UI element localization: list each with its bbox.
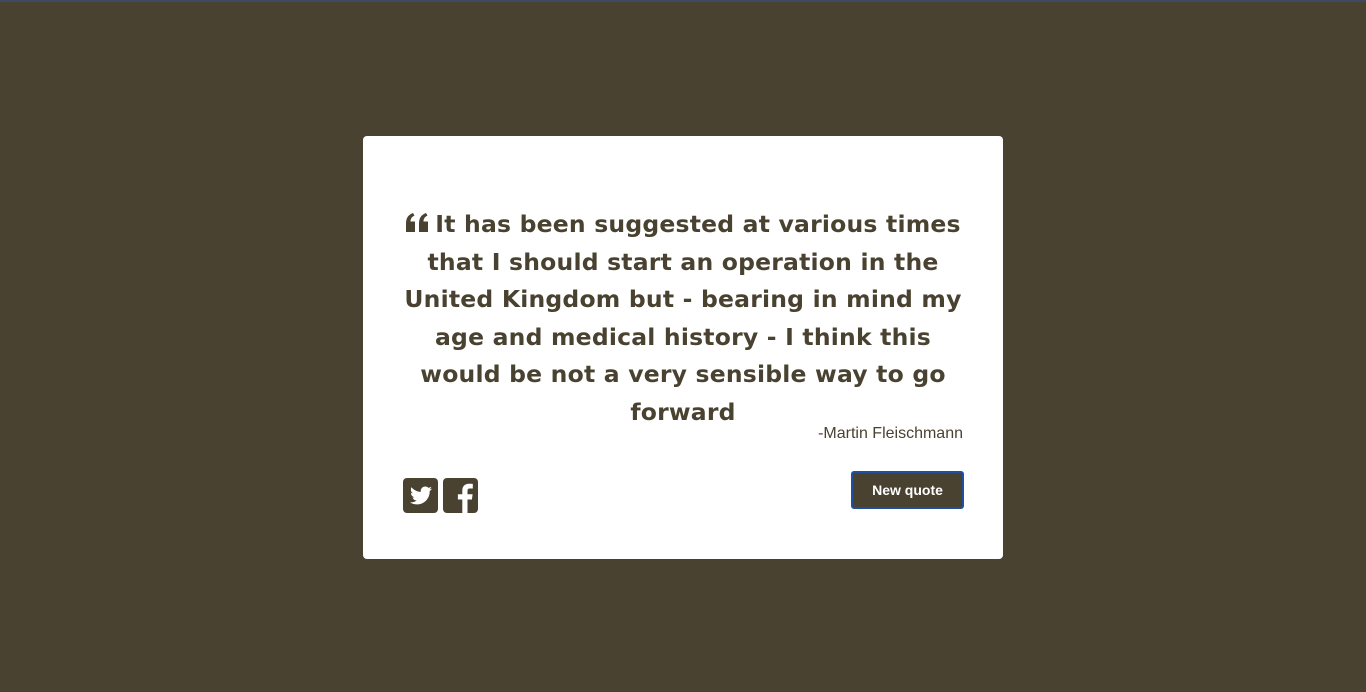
twitter-icon (403, 478, 438, 513)
social-links (403, 478, 478, 513)
top-border (0, 0, 1366, 2)
quote-left-icon (405, 207, 429, 232)
quote-author: -Martin Fleischmann (818, 425, 963, 442)
quote-text: It has been suggested at various times t… (404, 210, 962, 426)
quote-text-block: It has been suggested at various times t… (403, 206, 963, 431)
tweet-quote-link[interactable] (403, 478, 438, 513)
facebook-icon (443, 478, 478, 513)
share-facebook-link[interactable] (443, 478, 478, 513)
new-quote-button[interactable]: New quote (851, 471, 964, 509)
quote-box: It has been suggested at various times t… (363, 136, 1003, 559)
